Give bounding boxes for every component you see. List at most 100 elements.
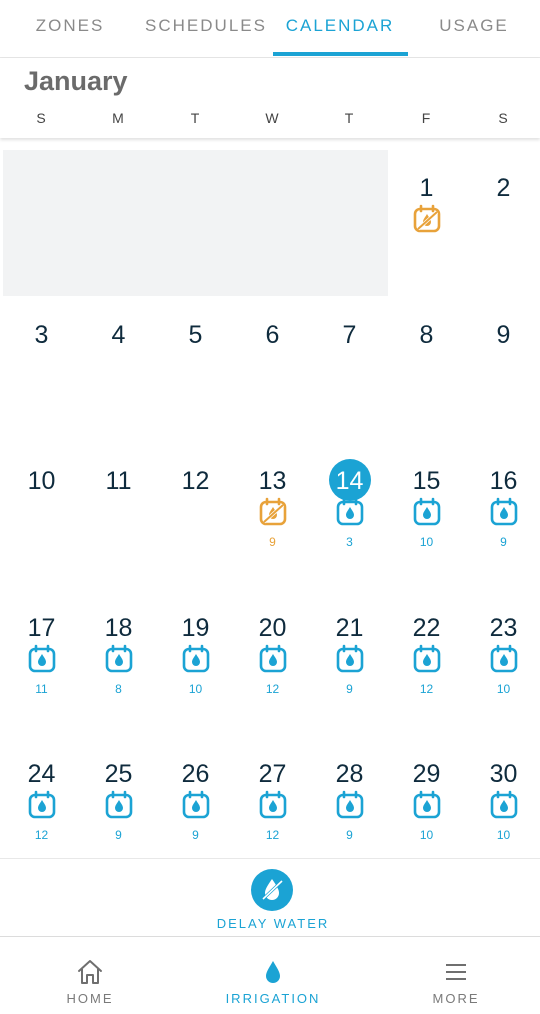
day-number: 15 — [412, 467, 441, 495]
calendar-day[interactable]: 6 — [234, 297, 311, 443]
calendar-day[interactable]: 5 — [157, 297, 234, 443]
tab-usage[interactable]: USAGE — [408, 0, 540, 58]
weekday-label: S — [36, 110, 47, 126]
day-number: 25 — [104, 760, 133, 788]
tab-zones[interactable]: ZONES — [0, 0, 140, 58]
watering-count: 9 — [115, 828, 122, 842]
watering-count: 12 — [419, 681, 434, 696]
day-number: 14 — [335, 467, 364, 495]
calendar-day[interactable]: 8 — [388, 297, 465, 443]
scheduled-watering-icon — [105, 790, 133, 819]
calendar-day[interactable]: 3 — [3, 297, 80, 443]
scheduled-watering-icon — [413, 644, 441, 672]
watering-count: 12 — [34, 828, 49, 842]
empty-days-block — [3, 150, 388, 296]
weekday-label: S — [498, 110, 509, 126]
scheduled-watering-icon — [490, 497, 518, 526]
weekday-label: T — [190, 110, 201, 126]
calendar-day[interactable]: 20 12 — [234, 590, 311, 736]
scheduled-watering-icon — [413, 790, 441, 819]
no-water-icon — [261, 879, 284, 901]
tab-schedules[interactable]: SCHEDULES — [140, 0, 272, 58]
nav-home[interactable]: HOME — [0, 937, 180, 1014]
scheduled-watering-icon — [28, 790, 56, 819]
calendar-day[interactable]: 15 10 — [388, 443, 465, 589]
calendar-day[interactable]: 22 12 — [388, 590, 465, 736]
day-number: 4 — [111, 320, 126, 349]
calendar-day[interactable]: 12 — [157, 443, 234, 589]
day-number: 22 — [412, 613, 441, 642]
scheduled-watering-icon — [336, 790, 364, 819]
watering-count: 9 — [500, 535, 507, 549]
calendar-day[interactable]: 1 — [388, 150, 465, 296]
weekday-label: W — [265, 110, 280, 126]
month-header: January S M T W T F S — [0, 58, 540, 138]
day-number: 2 — [496, 174, 511, 202]
day-number: 29 — [412, 760, 441, 788]
calendar-day[interactable]: 11 — [80, 443, 157, 589]
calendar-day[interactable]: 23 10 — [465, 590, 540, 736]
day-number: 19 — [181, 613, 210, 642]
calendar-day[interactable]: 14 3 — [311, 443, 388, 589]
skipped-watering-icon — [259, 497, 287, 526]
scheduled-watering-icon — [336, 644, 364, 672]
day-number: 20 — [258, 613, 287, 642]
top-tabs: ZONES SCHEDULES CALENDAR USAGE — [0, 0, 540, 58]
scheduled-watering-icon — [490, 644, 518, 672]
menu-icon — [446, 964, 466, 980]
calendar-day[interactable]: 17 11 — [3, 590, 80, 736]
watering-count: 9 — [346, 828, 353, 842]
day-number: 7 — [342, 320, 357, 349]
nav-irrigation-label: IRRIGATION — [225, 991, 321, 1006]
calendar-day[interactable]: 21 9 — [311, 590, 388, 736]
watering-count: 3 — [346, 535, 353, 549]
watering-count: 9 — [269, 535, 276, 549]
tab-calendar[interactable]: CALENDAR — [272, 0, 408, 58]
day-number: 8 — [419, 320, 434, 349]
nav-home-label: HOME — [66, 991, 114, 1006]
watering-count: 10 — [188, 681, 203, 696]
day-number: 1 — [419, 174, 434, 202]
delay-water-area: DELAY WATER — [0, 858, 540, 936]
scheduled-watering-icon — [490, 790, 518, 819]
watering-count: 10 — [419, 828, 434, 842]
watering-count: 12 — [265, 681, 280, 696]
home-icon — [78, 960, 102, 984]
day-number: 5 — [188, 320, 203, 349]
calendar-day[interactable]: 16 9 — [465, 443, 540, 589]
weekday-label: M — [112, 110, 125, 126]
calendar-day[interactable]: 9 — [465, 297, 540, 443]
watering-count: 9 — [192, 828, 199, 842]
day-number: 17 — [27, 613, 56, 642]
calendar-day[interactable]: 7 — [311, 297, 388, 443]
day-number: 30 — [489, 760, 518, 788]
calendar-day[interactable]: 4 — [80, 297, 157, 443]
calendar-day[interactable]: 2 — [465, 150, 540, 296]
skipped-watering-icon — [413, 204, 441, 233]
scheduled-watering-icon — [336, 497, 364, 526]
calendar-day[interactable]: 13 9 — [234, 443, 311, 589]
scheduled-watering-icon — [182, 790, 210, 819]
watering-count: 9 — [346, 681, 353, 696]
scheduled-watering-icon — [259, 790, 287, 819]
scheduled-watering-icon — [105, 644, 133, 672]
day-number: 10 — [27, 467, 56, 495]
calendar-day[interactable]: 10 — [3, 443, 80, 589]
day-number: 6 — [265, 320, 280, 349]
day-number: 27 — [258, 760, 287, 788]
delay-water-button[interactable] — [251, 869, 293, 911]
calendar-day[interactable]: 19 10 — [157, 590, 234, 736]
calendar-day[interactable]: 18 8 — [80, 590, 157, 736]
nav-more[interactable]: MORE — [366, 937, 540, 1014]
watering-count: 10 — [496, 828, 511, 842]
water-drop-icon — [266, 961, 280, 983]
day-number: 24 — [27, 760, 56, 788]
day-number: 11 — [105, 467, 132, 495]
scheduled-watering-icon — [28, 644, 56, 672]
nav-irrigation[interactable]: IRRIGATION — [183, 937, 363, 1014]
watering-count: 10 — [496, 681, 511, 696]
scheduled-watering-icon — [413, 497, 441, 526]
bottom-nav: HOME IRRIGATION MORE — [0, 936, 540, 1014]
day-number: 23 — [489, 613, 518, 642]
day-number: 9 — [496, 320, 511, 349]
